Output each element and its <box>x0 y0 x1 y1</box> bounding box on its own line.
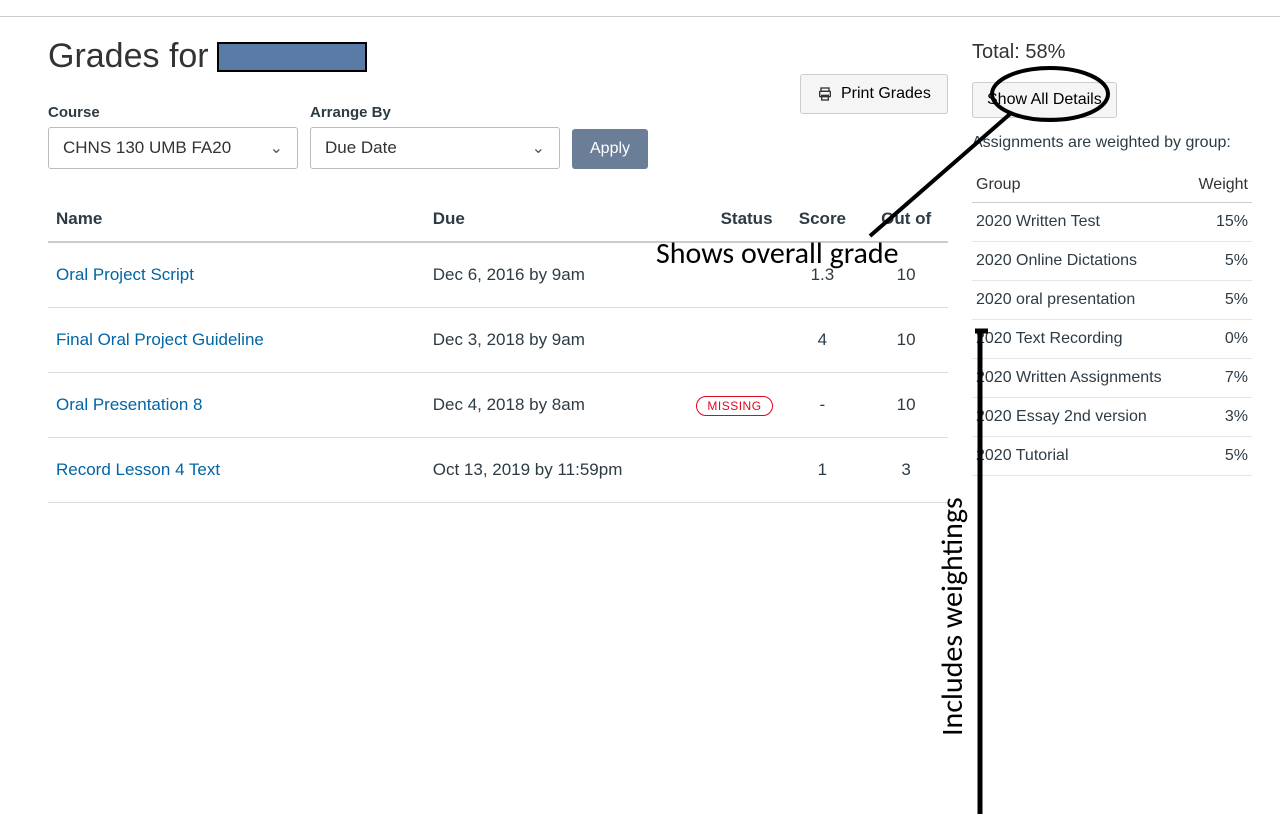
assignment-link[interactable]: Record Lesson 4 Text <box>56 460 220 479</box>
weighted-text: Assignments are weighted by group: <box>972 134 1252 152</box>
weight-cell: 0% <box>1188 320 1252 359</box>
weight-cell: 5% <box>1188 437 1252 476</box>
score-cell: 1 <box>781 438 865 503</box>
group-cell: 2020 oral presentation <box>972 281 1188 320</box>
group-cell: 2020 Essay 2nd version <box>972 398 1188 437</box>
weight-row: 2020 Online Dictations 5% <box>972 242 1252 281</box>
assignment-link[interactable]: Oral Project Script <box>56 265 194 284</box>
show-all-details-button[interactable]: Show All Details <box>972 82 1117 118</box>
score-cell: - <box>781 373 865 438</box>
weight-row: 2020 Tutorial 5% <box>972 437 1252 476</box>
due-cell: Dec 4, 2018 by 8am <box>425 373 666 438</box>
weight-cell: 3% <box>1188 398 1252 437</box>
group-cell: 2020 Tutorial <box>972 437 1188 476</box>
status-cell: MISSING <box>665 373 780 438</box>
course-value: CHNS 130 UMB FA20 <box>63 138 231 158</box>
print-grades-button[interactable]: Print Grades <box>800 74 948 114</box>
annotation-weightings: Includes weightings <box>935 497 971 736</box>
print-icon <box>817 86 833 102</box>
table-row: Record Lesson 4 Text Oct 13, 2019 by 11:… <box>48 438 948 503</box>
weight-row: 2020 Text Recording 0% <box>972 320 1252 359</box>
outof-cell: 10 <box>864 373 948 438</box>
table-row: Final Oral Project Guideline Dec 3, 2018… <box>48 308 948 373</box>
due-cell: Oct 13, 2019 by 11:59pm <box>425 438 666 503</box>
weight-cell: 5% <box>1188 281 1252 320</box>
redacted-name <box>217 42 367 72</box>
outof-cell: 3 <box>864 438 948 503</box>
arrange-label: Arrange By <box>310 104 560 121</box>
course-label: Course <box>48 104 298 121</box>
score-cell: 4 <box>781 308 865 373</box>
status-badge: MISSING <box>696 396 772 416</box>
group-cell: 2020 Written Test <box>972 203 1188 242</box>
weights-table: Group Weight 2020 Written Test 15% 2020 … <box>972 168 1252 476</box>
weight-cell: 7% <box>1188 359 1252 398</box>
group-cell: 2020 Online Dictations <box>972 242 1188 281</box>
total-grade: Total: 58% <box>972 41 1252 64</box>
apply-button[interactable]: Apply <box>572 129 648 169</box>
col-due: Due <box>425 197 666 242</box>
weight-row: 2020 Essay 2nd version 3% <box>972 398 1252 437</box>
group-cell: 2020 Text Recording <box>972 320 1188 359</box>
table-row: Oral Presentation 8 Dec 4, 2018 by 8am M… <box>48 373 948 438</box>
page-title: Grades for <box>48 37 948 76</box>
annotation-overall: Shows overall grade <box>656 236 936 272</box>
assignment-link[interactable]: Final Oral Project Guideline <box>56 330 264 349</box>
arrange-value: Due Date <box>325 138 397 158</box>
course-select[interactable]: CHNS 130 UMB FA20 ⌄ <box>48 127 298 169</box>
assignment-link[interactable]: Oral Presentation 8 <box>56 395 202 414</box>
weight-row: 2020 oral presentation 5% <box>972 281 1252 320</box>
status-cell <box>665 308 780 373</box>
print-label: Print Grades <box>841 85 931 103</box>
weight-row: 2020 Written Assignments 7% <box>972 359 1252 398</box>
weight-row: 2020 Written Test 15% <box>972 203 1252 242</box>
due-cell: Dec 6, 2016 by 9am <box>425 242 666 308</box>
chevron-down-icon: ⌄ <box>532 138 545 158</box>
chevron-down-icon: ⌄ <box>270 138 283 158</box>
status-cell <box>665 438 780 503</box>
arrange-select[interactable]: Due Date ⌄ <box>310 127 560 169</box>
due-cell: Dec 3, 2018 by 9am <box>425 308 666 373</box>
weight-cell: 5% <box>1188 242 1252 281</box>
outof-cell: 10 <box>864 308 948 373</box>
col-weight: Weight <box>1188 168 1252 203</box>
group-cell: 2020 Written Assignments <box>972 359 1188 398</box>
col-name: Name <box>48 197 425 242</box>
weight-cell: 15% <box>1188 203 1252 242</box>
col-group: Group <box>972 168 1188 203</box>
